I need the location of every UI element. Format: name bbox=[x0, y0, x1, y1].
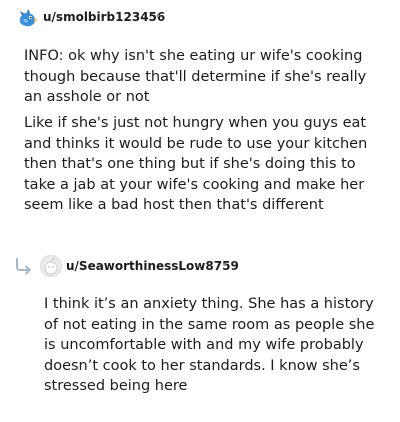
blue-bird-avatar-icon[interactable] bbox=[16, 6, 40, 30]
comment-username[interactable]: u/SeaworthinessLow8759 bbox=[66, 259, 239, 273]
default-snoo-avatar-icon[interactable] bbox=[40, 255, 62, 277]
comment-username[interactable]: u/smolbirb123456 bbox=[43, 10, 165, 24]
comment-paragraph: INFO: ok why isn't she eating ur wife's … bbox=[24, 48, 367, 105]
comment-header: u/smolbirb123456 • bbox=[0, 0, 400, 30]
comment-paragraph: Like if she's just not hungry when you g… bbox=[24, 115, 368, 213]
meta-separator: • bbox=[222, 260, 228, 271]
comment-paragraph: I think it’s an anxiety thing. She has a… bbox=[44, 296, 375, 394]
comment-reply: u/SeaworthinessLow8759 • I think it’s an… bbox=[0, 252, 400, 394]
reply-arrow-icon bbox=[14, 257, 34, 275]
comment-top: u/smolbirb123456 • INFO: ok why isn't sh… bbox=[0, 0, 400, 213]
comment-header: u/SeaworthinessLow8759 • bbox=[0, 252, 400, 282]
meta-separator: • bbox=[155, 11, 161, 22]
